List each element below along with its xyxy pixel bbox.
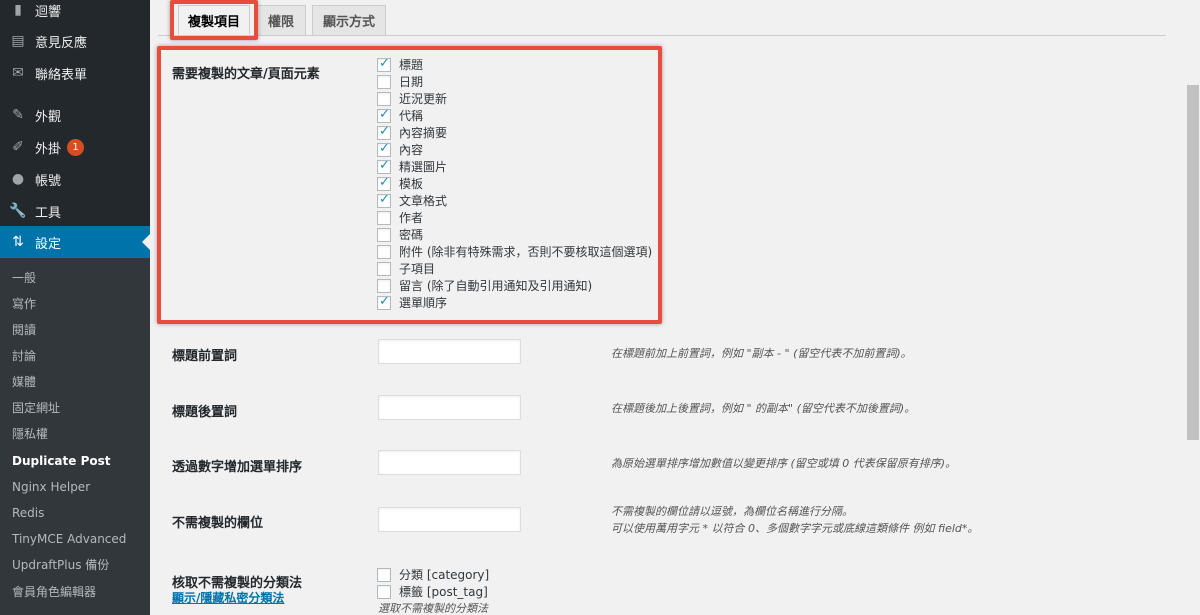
tab-display[interactable]: 顯示方式 — [312, 5, 386, 35]
menu-feedback[interactable]: ▤ 意見反應 — [0, 25, 150, 57]
submenu-tinymce-advanced[interactable]: TinyMCE Advanced — [12, 529, 126, 549]
settings-icon: ⇅ — [12, 234, 24, 250]
current-indicator — [142, 234, 150, 250]
menu-label: 迴響 — [35, 4, 62, 20]
prefix-description: 在標題前加上前置詞，例如 "副本 - " (留空代表不加前置詞)。 — [611, 347, 912, 360]
plugin-icon: ✐ — [12, 139, 24, 155]
submenu-general[interactable]: 一般 — [12, 268, 36, 288]
submenu-media[interactable]: 媒體 — [12, 372, 36, 392]
highlight-box-elements — [157, 46, 662, 324]
taxonomy-hint: 選取不需複製的分類法 — [378, 602, 488, 615]
tab-divider — [158, 35, 1166, 36]
blacklist-description-2: 可以使用萬用字元 * 以符合 0、多個數字字元或底線這類條件 例如 field*… — [611, 522, 979, 535]
blacklist-description: 不需複製的欄位請以逗號，為欄位名稱進行分隔。 — [611, 505, 853, 518]
checkbox[interactable] — [377, 567, 391, 582]
scrollbar-thumb[interactable] — [1187, 85, 1199, 440]
submenu-permalinks[interactable]: 固定網址 — [12, 398, 60, 418]
submenu-role-editor[interactable]: 會員角色編輯器 — [12, 582, 96, 602]
tab-permissions[interactable]: 權限 — [256, 5, 306, 35]
menu-order-input[interactable] — [378, 450, 521, 475]
menu-plugins[interactable]: ✐ 外掛 1 — [0, 131, 150, 163]
submenu-privacy[interactable]: 隱私權 — [12, 424, 48, 444]
blacklist-input[interactable] — [378, 507, 521, 532]
menu-label: 聯絡表單 — [35, 67, 88, 83]
menu-users[interactable]: ● 帳號 — [0, 163, 150, 195]
menu-order-label: 透過數字增加選單排序 — [172, 460, 303, 475]
wrench-icon: 🔧 — [9, 203, 27, 219]
suffix-description: 在標題後加上後置詞，例如 " 的副本" (留空代表不加後置詞)。 — [611, 402, 916, 415]
menu-label: 帳號 — [35, 173, 62, 189]
menu-label: 外掛 — [35, 141, 62, 157]
menu-contact-form[interactable]: ✉ 聯絡表單 — [0, 57, 150, 89]
submenu-discussion[interactable]: 討論 — [12, 346, 36, 366]
menu-label: 外觀 — [35, 109, 62, 125]
checkbox[interactable] — [377, 584, 391, 599]
submenu-reading[interactable]: 閱讀 — [12, 320, 36, 340]
submenu-redis[interactable]: Redis — [12, 503, 44, 523]
submenu-updraftplus[interactable]: UpdraftPlus 備份 — [12, 555, 109, 575]
menu-comments[interactable]: ▮ 迴響 — [0, 0, 150, 26]
scrollbar[interactable] — [1186, 0, 1200, 615]
title-prefix-input[interactable] — [378, 339, 521, 364]
menu-label: 工具 — [35, 205, 62, 221]
menu-tools[interactable]: 🔧 工具 — [0, 195, 150, 227]
settings-submenu: 一般 寫作 閱讀 討論 媒體 固定網址 隱私權 Duplicate Post N… — [0, 258, 150, 615]
menu-order-description: 為原始選單排序增加數值以變更排序 (留空或填 0 代表保留原有排序)。 — [611, 457, 957, 470]
option-label: 分類 [category] — [399, 568, 490, 582]
submenu-writing[interactable]: 寫作 — [12, 294, 36, 314]
comment-icon: ▮ — [14, 2, 22, 18]
form-icon: ▤ — [11, 33, 25, 49]
option-label: 標籤 [post_tag] — [399, 585, 488, 599]
update-count-badge: 1 — [67, 138, 85, 156]
brush-icon: ✎ — [12, 107, 24, 123]
menu-appearance[interactable]: ✎ 外觀 — [0, 99, 150, 131]
taxonomy-post-tag[interactable]: 標籤 [post_tag] — [377, 583, 488, 600]
menu-label: 意見反應 — [35, 35, 88, 51]
user-icon: ● — [11, 171, 25, 187]
suffix-label: 標題後置詞 — [172, 405, 238, 420]
mail-icon: ✉ — [12, 65, 24, 81]
toggle-private-taxonomies-link[interactable]: 顯示/隱藏私密分類法 — [172, 589, 284, 606]
submenu-nginx-helper[interactable]: Nginx Helper — [12, 477, 90, 497]
title-suffix-input[interactable] — [378, 395, 521, 420]
submenu-duplicate-post[interactable]: Duplicate Post — [12, 451, 111, 471]
highlight-box-tab — [170, 0, 258, 40]
admin-sidebar: ▮ 迴響 ▤ 意見反應 ✉ 聯絡表單 ✎ 外觀 ✐ 外掛 1 ● 帳號 🔧 工具… — [0, 0, 150, 615]
prefix-label: 標題前置詞 — [172, 349, 238, 364]
taxonomy-category[interactable]: 分類 [category] — [377, 566, 489, 583]
menu-settings[interactable]: ⇅ 設定 — [0, 226, 150, 258]
blacklist-label: 不需複製的欄位 — [172, 516, 264, 531]
menu-label: 設定 — [35, 236, 62, 252]
